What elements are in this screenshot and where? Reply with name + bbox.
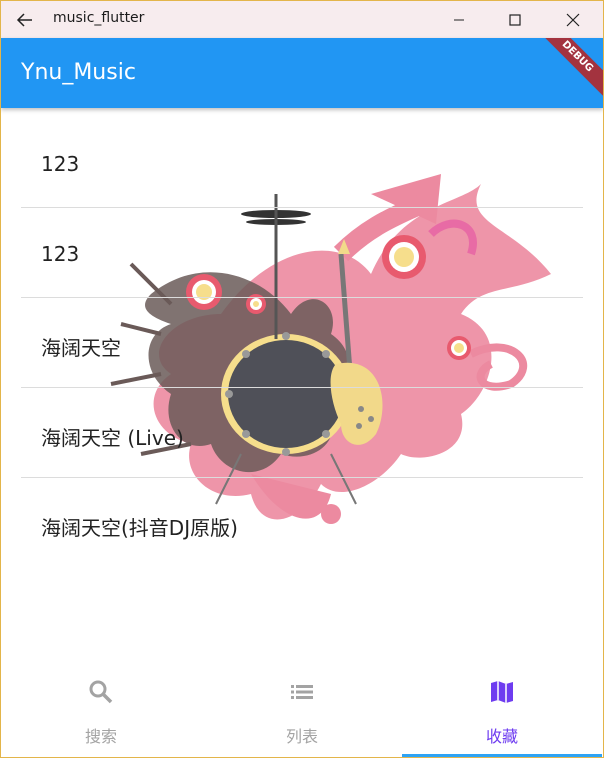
song-title: 123 <box>41 242 80 266</box>
list-item[interactable]: 海阔天空 (Live) <box>21 388 583 478</box>
nav-label: 搜索 <box>84 727 117 746</box>
back-arrow-icon[interactable] <box>15 10 35 30</box>
close-icon <box>566 13 580 27</box>
minimize-button[interactable] <box>436 5 482 35</box>
list-item[interactable]: 海阔天空 <box>21 298 583 388</box>
nav-label: 列表 <box>285 727 318 746</box>
song-list: 123 123 海阔天空 海阔天空 (Live) 海阔天空(抖音DJ原版) <box>21 118 583 567</box>
song-title: 海阔天空 <box>41 336 121 360</box>
song-title: 123 <box>41 152 80 176</box>
app-window: music_flutter Ynu_Music DEBUG 123 123 海阔… <box>0 0 604 758</box>
minimize-icon <box>454 19 464 21</box>
debug-banner: DEBUG <box>528 38 603 106</box>
close-button[interactable] <box>550 5 596 35</box>
search-icon <box>87 678 115 706</box>
list-item[interactable]: 海阔天空(抖音DJ原版) <box>21 478 583 567</box>
window-title: music_flutter <box>53 10 145 26</box>
bottom-navigation-bar: 搜索 列表 收藏 <box>1 668 603 757</box>
nav-label: 收藏 <box>485 727 518 746</box>
nav-item-favorites[interactable]: 收藏 <box>402 668 602 757</box>
list-item[interactable]: 123 <box>21 118 583 208</box>
song-title: 海阔天空 (Live) <box>41 426 184 450</box>
nav-item-list[interactable]: 列表 <box>202 668 402 757</box>
song-title: 海阔天空(抖音DJ原版) <box>41 516 238 540</box>
maximize-icon <box>509 14 521 26</box>
map-icon <box>488 678 516 706</box>
list-item[interactable]: 123 <box>21 208 583 298</box>
selected-tab-indicator <box>402 754 602 757</box>
favorites-content: 123 123 海阔天空 海阔天空 (Live) 海阔天空(抖音DJ原版) <box>1 108 603 668</box>
app-title: Ynu_Music <box>21 60 136 85</box>
app-bar: Ynu_Music DEBUG <box>1 38 603 108</box>
maximize-button[interactable] <box>492 5 538 35</box>
title-bar: music_flutter <box>1 1 603 38</box>
list-icon <box>288 678 316 706</box>
nav-item-search[interactable]: 搜索 <box>1 668 201 757</box>
